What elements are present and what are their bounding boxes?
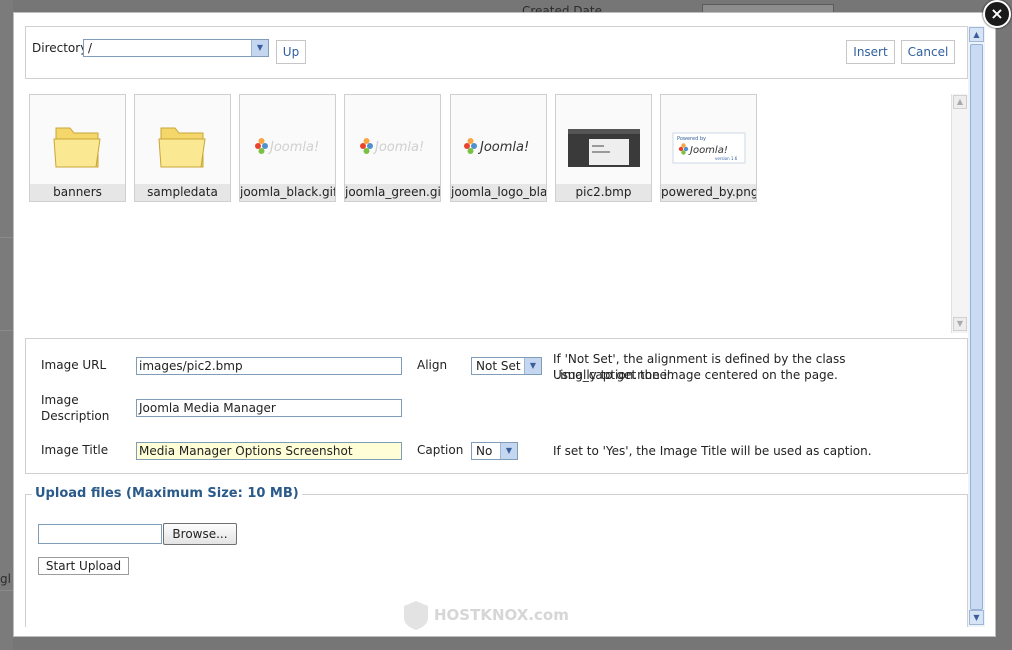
file-item-banners[interactable]: banners [29, 94, 126, 202]
scroll-down-arrow-icon[interactable]: ▼ [969, 610, 984, 625]
upload-legend: Upload files (Maximum Size: 10 MB) [32, 486, 302, 501]
file-item-pic2[interactable]: pic2.bmp [555, 94, 652, 202]
powered-by-text: Powered by [677, 136, 706, 142]
file-item-label: joomla_logo_black [451, 184, 546, 201]
image-title-label: Image Title [41, 443, 109, 457]
caption-note: If set to 'Yes', the Image Title will be… [553, 444, 872, 458]
scrollbar-thumb[interactable] [970, 44, 983, 610]
file-item-label: joomla_black.gif [240, 184, 335, 201]
file-item-joomla-black[interactable]: Joomla! joomla_black.gif [239, 94, 336, 202]
image-description-input[interactable]: Joomla Media Manager [136, 399, 402, 417]
directory-label: Directory [32, 41, 88, 55]
folder-icon [30, 95, 125, 185]
joomla-logo-image: Joomla! [345, 95, 440, 185]
file-item-powered-by[interactable]: Powered by Joomla! version 1.6 powered_b… [660, 94, 757, 202]
image-title-input[interactable]: Media Manager Options Screenshot [136, 442, 402, 460]
align-note-line2: Usually to get the image centered on the… [553, 368, 838, 382]
align-select[interactable]: Not Set ▼ [471, 357, 542, 375]
scroll-down-arrow-icon[interactable]: ▼ [953, 317, 967, 331]
image-options-panel: Image URL images/pic2.bmp Align Not Set … [25, 338, 968, 474]
file-item-label: pic2.bmp [556, 184, 651, 201]
powered-by-image: Powered by Joomla! version 1.6 [661, 95, 756, 185]
file-item-sampledata[interactable]: sampledata [134, 94, 231, 202]
cancel-button[interactable]: Cancel [901, 40, 955, 64]
file-item-joomla-green[interactable]: Joomla! joomla_green.gif [344, 94, 441, 202]
image-url-label: Image URL [41, 358, 107, 372]
chevron-down-icon: ▼ [251, 40, 268, 56]
file-item-label: sampledata [135, 184, 230, 201]
backdrop-fragment: gl [0, 572, 11, 586]
up-button[interactable]: Up [276, 40, 306, 64]
backdrop-divider [0, 590, 13, 591]
image-description-label-line1: Image [41, 393, 79, 407]
file-item-label: banners [30, 184, 125, 201]
close-modal-button[interactable]: × [983, 0, 1011, 28]
joomla-logo-text: Joomla! [688, 145, 728, 156]
directory-panel: Directory / ▼ Up Insert Cancel [25, 26, 968, 79]
file-path-input[interactable] [38, 524, 162, 544]
backdrop-divider [0, 330, 13, 331]
joomla-logo-text: Joomla! [372, 140, 424, 155]
image-url-input[interactable]: images/pic2.bmp [136, 357, 402, 375]
caption-select-value: No [476, 444, 493, 458]
backdrop-divider [0, 237, 13, 238]
file-item-label: joomla_green.gif [345, 184, 440, 201]
joomla-logo-text: Joomla! [477, 140, 529, 155]
watermark-text: HOSTKNOX.com [434, 606, 569, 624]
insert-button[interactable]: Insert [846, 40, 895, 64]
browse-button[interactable]: Browse... [163, 523, 237, 545]
image-description-label-line2: Description [41, 409, 110, 423]
version-text: version 1.6 [715, 156, 738, 161]
file-item-joomla-logo-black[interactable]: Joomla! joomla_logo_black [450, 94, 547, 202]
directory-select-value: / [88, 41, 93, 55]
start-upload-button[interactable]: Start Upload [38, 557, 129, 575]
backdrop-strip [0, 0, 13, 650]
joomla-logo-text: Joomla! [267, 140, 319, 155]
folder-icon [135, 95, 230, 185]
modal-scrollbar[interactable]: ▲ ▼ [968, 26, 985, 627]
file-browser: banners sampledata Joomla! joomla_black.… [25, 80, 968, 335]
scroll-up-arrow-icon[interactable]: ▲ [953, 95, 967, 109]
hostknox-watermark: HOSTKNOX.com [402, 600, 612, 630]
file-item-label: powered_by.png [661, 184, 756, 201]
caption-label: Caption [417, 443, 464, 457]
align-label: Align [417, 358, 448, 372]
align-select-value: Not Set [476, 359, 521, 373]
scroll-up-arrow-icon[interactable]: ▲ [969, 27, 984, 42]
file-browser-scrollbar[interactable]: ▲ ▼ [951, 94, 968, 333]
directory-select[interactable]: / ▼ [83, 39, 269, 57]
joomla-logo-image: Joomla! [451, 95, 546, 185]
caption-select[interactable]: No ▼ [471, 442, 518, 460]
joomla-logo-image: Joomla! [240, 95, 335, 185]
chevron-down-icon: ▼ [524, 358, 541, 374]
screenshot-thumbnail-image [556, 95, 651, 185]
chevron-down-icon: ▼ [500, 443, 517, 459]
